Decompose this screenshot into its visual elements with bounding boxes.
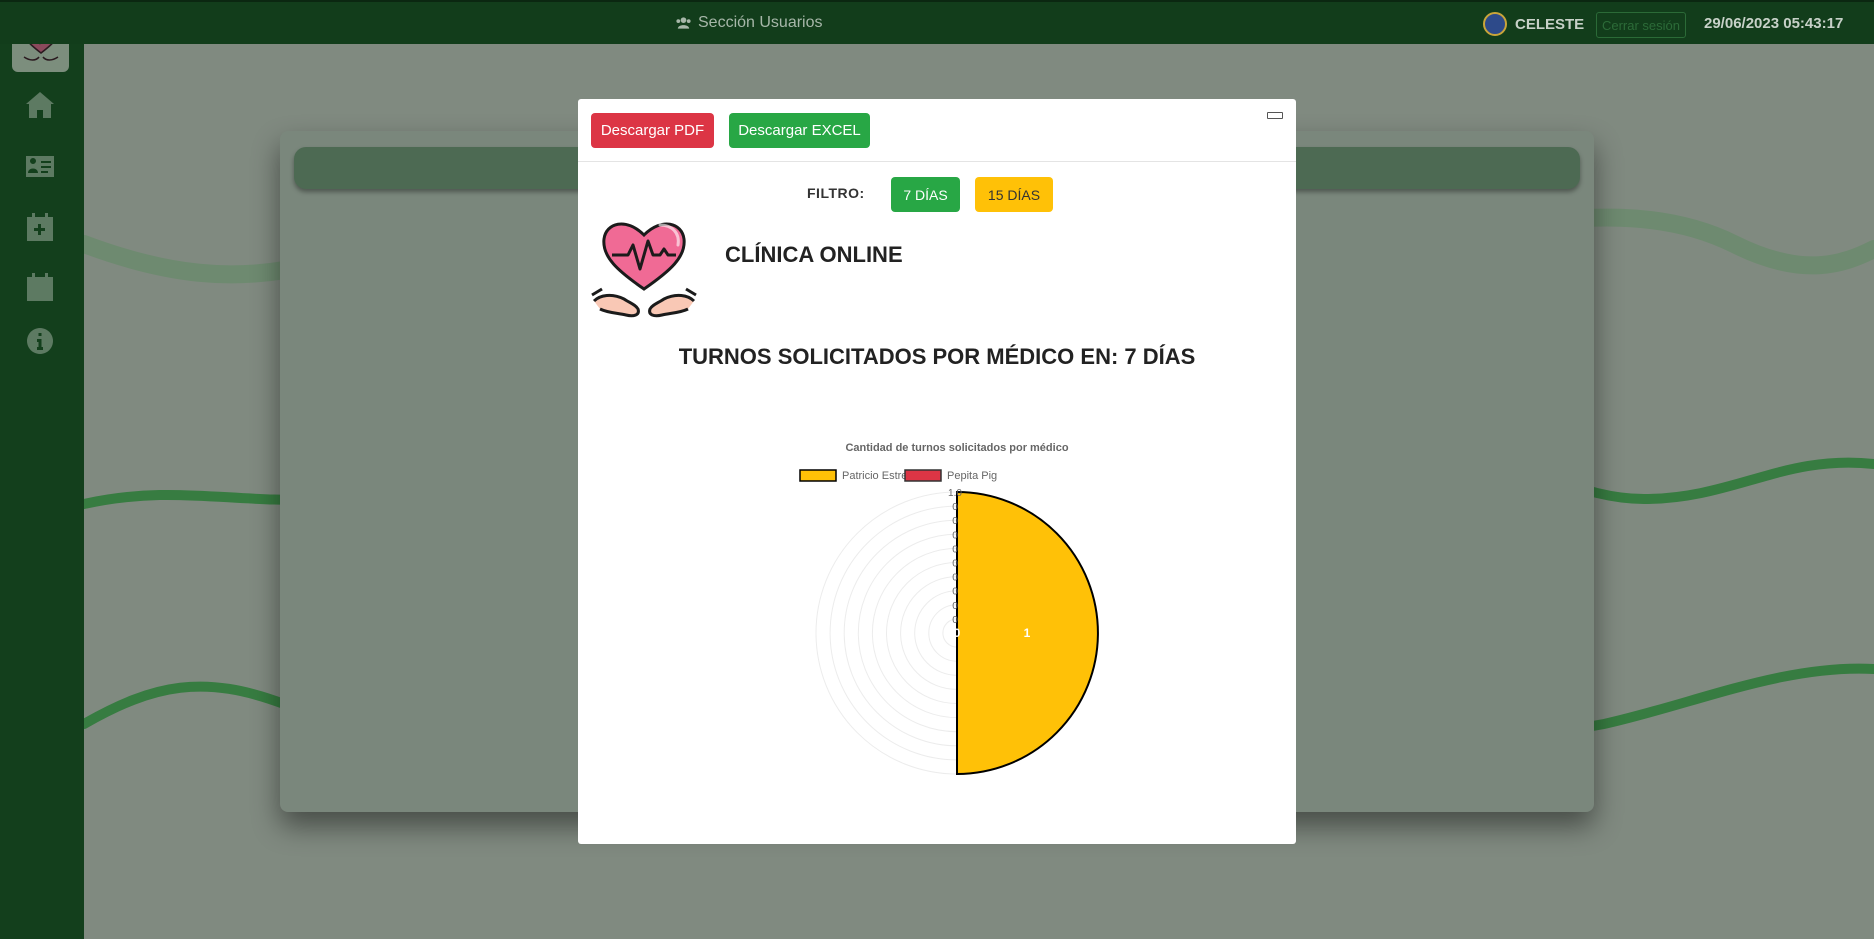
current-user: CELESTE — [1483, 12, 1584, 36]
download-excel-button[interactable]: Descargar EXCEL — [729, 113, 870, 148]
legend-swatch — [904, 469, 942, 482]
top-bar: Sección Usuarios CELESTE Cerrar sesión 2… — [0, 0, 1874, 44]
report-title: TURNOS SOLICITADOS POR MÉDICO EN: 7 DÍAS — [678, 344, 1196, 369]
report-modal: Descargar PDF Descargar EXCEL FILTRO: 7 … — [578, 99, 1296, 844]
radial-tick-label: 0 — [952, 502, 958, 513]
info-circle-icon — [27, 328, 54, 354]
home-icon — [26, 92, 54, 118]
current-datetime: 29/06/2023 05:43:17 — [1704, 15, 1844, 32]
modal-header: Descargar PDF Descargar EXCEL — [578, 99, 1296, 162]
radial-tick-label: 0 — [952, 530, 958, 541]
user-avatar — [1483, 12, 1507, 36]
filter-7-days-button[interactable]: 7 DÍAS — [891, 177, 960, 212]
clinic-name: CLÍNICA ONLINE — [725, 242, 903, 267]
radial-tick-label: 1.0 — [948, 488, 962, 499]
logout-button[interactable]: Cerrar sesión — [1596, 12, 1686, 38]
calendar-icon — [27, 273, 53, 301]
radial-tick-label: 0 — [952, 573, 958, 584]
heart-hands-logo-icon — [591, 222, 697, 318]
user-name: CELESTE — [1515, 15, 1585, 33]
id-card-icon — [26, 156, 54, 177]
slice-value-label: 1 — [1024, 626, 1031, 640]
section-title: Sección Usuarios — [675, 14, 823, 32]
sidebar-item-appointments[interactable] — [22, 270, 58, 304]
legend-swatch — [799, 469, 837, 482]
radial-tick-label: 0 — [952, 601, 958, 612]
chart-title: Cantidad de turnos solicitados por médic… — [845, 442, 1068, 454]
sidebar-item-profile[interactable] — [22, 149, 58, 183]
radial-tick-label: 0 — [952, 516, 958, 527]
sidebar-item-home[interactable] — [22, 88, 58, 122]
radial-tick-label: 0 — [952, 587, 958, 598]
sidebar-item-new-appointment[interactable] — [22, 210, 58, 244]
calendar-plus-icon — [27, 213, 53, 241]
minimize-icon[interactable] — [1267, 112, 1283, 119]
legend-label: Pepita Pig — [947, 470, 997, 482]
section-title-label: Sección Usuarios — [698, 14, 823, 31]
sidebar-item-info[interactable] — [22, 324, 58, 358]
radial-tick-label: 0 — [952, 559, 958, 570]
sidebar — [0, 0, 84, 939]
filter-15-days-button[interactable]: 15 DÍAS — [975, 177, 1053, 212]
radial-tick-label: 0 — [952, 615, 958, 626]
appointments-pie-chart: Cantidad de turnos solicitados por médic… — [799, 442, 1099, 776]
filter-label: FILTRO: — [807, 185, 865, 201]
download-pdf-button[interactable]: Descargar PDF — [591, 113, 714, 148]
users-icon — [676, 17, 691, 29]
slice-value-label: 0 — [954, 626, 961, 640]
radial-tick-label: 0 — [952, 544, 958, 555]
